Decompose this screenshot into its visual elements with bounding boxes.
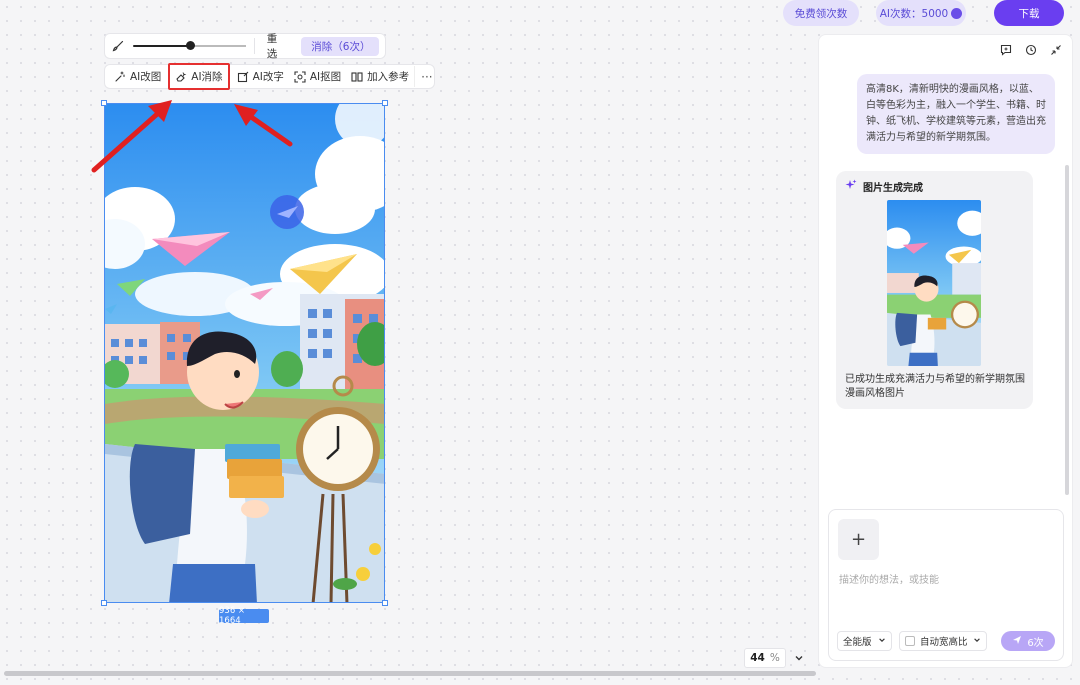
chat-panel: 高清8K，清新明快的漫画风格，以蓝、白等色彩为主，融入一个学生、书籍、时钟、纸飞…	[818, 34, 1073, 668]
toolbar-divider	[253, 38, 255, 54]
credit-coin-icon	[951, 7, 963, 19]
ratio-label: 自动宽高比	[920, 637, 968, 648]
horizontal-scrollbar[interactable]	[4, 671, 816, 676]
brush-toolbar: 重选 消除（6次）	[104, 31, 386, 61]
ai-result-title: 图片生成完成	[863, 183, 923, 194]
generated-artwork[interactable]	[104, 103, 385, 603]
chevron-down-icon	[973, 636, 981, 647]
user-prompt-bubble: 高清8K，清新明快的漫画风格，以蓝、白等色彩为主，融入一个学生、书籍、时钟、纸飞…	[857, 74, 1055, 154]
slider-knob[interactable]	[186, 41, 196, 50]
send-label: 6次	[1027, 637, 1044, 649]
tool-ai-edit-text[interactable]: AI改字	[232, 66, 289, 87]
chevron-down-icon	[878, 636, 886, 647]
zoom-value: 44	[750, 652, 765, 664]
eraser-icon	[175, 71, 187, 83]
aspect-ratio-checkbox[interactable]	[905, 636, 915, 646]
ai-credits-button[interactable]: AI次数：5000	[876, 0, 966, 26]
tool-label: AI改字	[252, 71, 284, 83]
tool-label: AI消除	[191, 71, 223, 83]
download-button[interactable]: 下载	[994, 0, 1064, 26]
composer: + 描述你的想法，或技能 全能版 自动宽高比 6次	[828, 509, 1064, 661]
tool-label: AI改图	[130, 71, 162, 83]
panel-header-icons	[999, 43, 1062, 56]
image-dimensions-badge: 936 × 1664	[219, 606, 269, 626]
model-mode-select[interactable]: 全能版	[837, 631, 892, 651]
sparkle-icon	[845, 179, 857, 194]
mode-label: 全能版	[843, 637, 872, 648]
prompt-input[interactable]: 描述你的想法，或技能	[839, 571, 939, 586]
plus-icon: +	[850, 529, 867, 550]
artwork-illustration	[105, 104, 384, 602]
annotation-arrow-left	[91, 105, 167, 173]
ai-result-description: 已成功生成充满活力与希望的新学期氛围漫画风格图片	[845, 374, 1025, 399]
resize-handle-bottom-right[interactable]	[382, 600, 388, 606]
tool-label: AI抠图	[309, 71, 342, 83]
ai-result-header: 图片生成完成	[845, 179, 923, 194]
zoom-unit: %	[769, 652, 780, 664]
new-chat-icon[interactable]	[999, 43, 1012, 56]
chat-scrollbar[interactable]	[1065, 165, 1069, 495]
download-label: 下载	[1018, 7, 1040, 20]
reference-icon	[351, 71, 363, 83]
ai-response-card: 图片生成完成 已成功生成充满活力与希望的新学期氛围漫画风格图片	[836, 171, 1033, 409]
history-icon[interactable]	[1024, 43, 1037, 56]
zoom-control[interactable]: 44 %	[744, 648, 808, 668]
edit-text-icon	[237, 71, 249, 83]
reset-selection-button[interactable]: 重选	[263, 31, 291, 61]
cutout-icon	[294, 70, 306, 83]
zoom-input[interactable]: 44 %	[744, 648, 786, 668]
thumbnail-illustration	[887, 200, 981, 366]
tool-ai-erase[interactable]: AI消除	[168, 63, 230, 90]
send-button[interactable]: 6次	[1001, 631, 1055, 651]
resize-handle-bottom-left[interactable]	[101, 600, 107, 606]
result-thumbnail[interactable]	[887, 200, 981, 366]
brush-size-slider[interactable]	[132, 39, 246, 53]
brush-icon	[111, 39, 125, 53]
free-credits-label: 免费领次数	[794, 7, 848, 20]
annotation-arrows	[91, 100, 293, 173]
tool-ai-cutout[interactable]: AI抠图	[289, 66, 346, 87]
more-options-button[interactable]: ···	[414, 66, 438, 87]
tool-ai-edit[interactable]: AI改图	[109, 66, 166, 87]
magic-edit-icon	[114, 70, 126, 83]
tool-label: 加入参考	[367, 71, 410, 83]
ai-credits-label: AI次数：5000	[879, 7, 949, 20]
collapse-icon[interactable]	[1049, 43, 1062, 56]
free-credits-button[interactable]: 免费领次数	[783, 0, 859, 26]
send-icon	[1012, 635, 1022, 648]
slider-track-rest	[189, 45, 246, 47]
chevron-down-icon[interactable]	[790, 649, 808, 667]
ai-toolbar: AI改图 AI消除 AI改字 AI抠图 加入参考 ···	[104, 63, 438, 90]
erase-button[interactable]: 消除（6次）	[301, 36, 379, 56]
resize-handle-top-right[interactable]	[382, 100, 388, 106]
add-attachment-button[interactable]: +	[838, 519, 879, 560]
aspect-ratio-select[interactable]: 自动宽高比	[899, 631, 987, 651]
tool-add-reference[interactable]: 加入参考	[346, 66, 414, 87]
